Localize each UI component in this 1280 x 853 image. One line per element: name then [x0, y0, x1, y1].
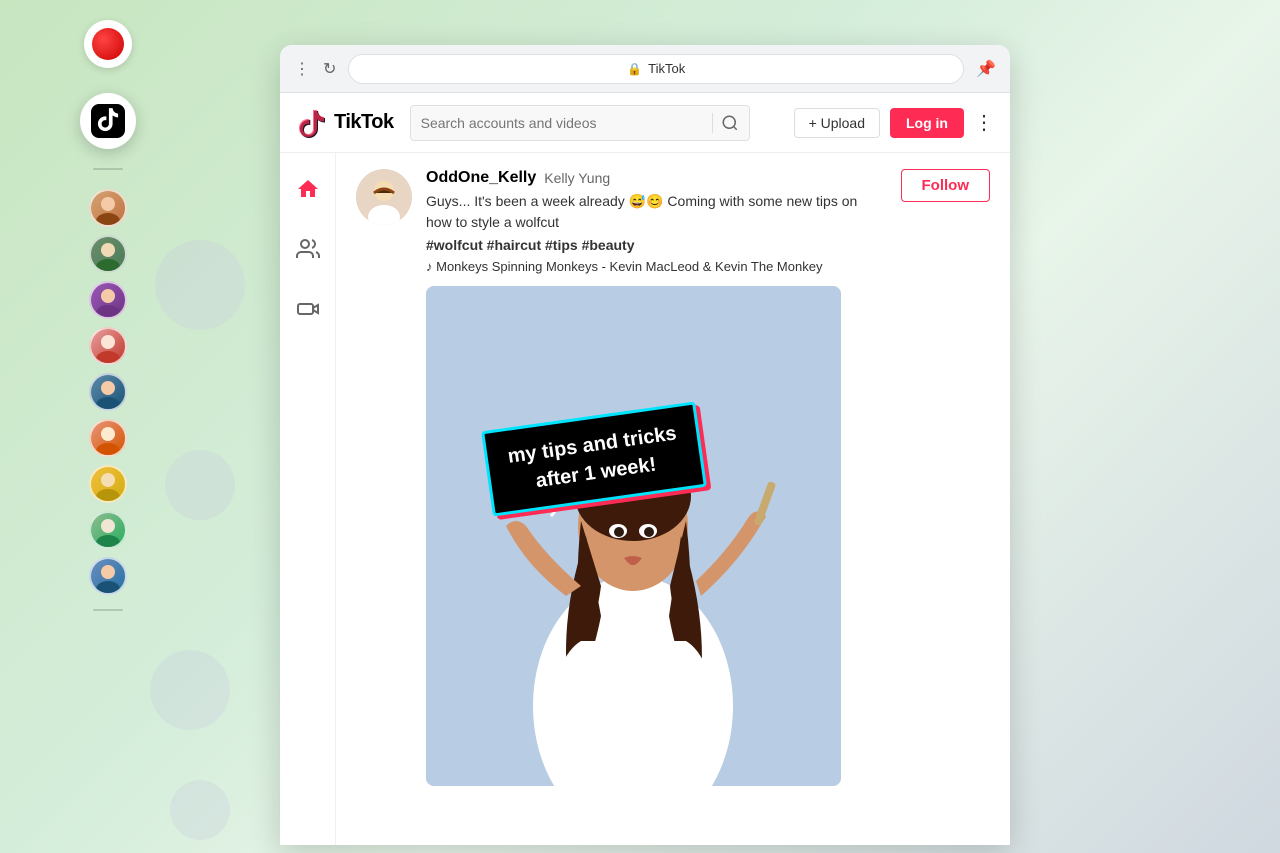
post-user-line: OddOne_Kelly Kelly Yung — [426, 169, 887, 187]
sidebar-avatar-3[interactable] — [89, 281, 127, 319]
post-header: OddOne_Kelly Kelly Yung Guys... It's bee… — [356, 169, 990, 274]
tiktok-header: TikTok + Upload Log in ⋮ — [280, 93, 1010, 153]
sidebar-divider-1 — [93, 168, 123, 170]
sidebar-divider-2 — [93, 609, 123, 611]
tiktok-wordmark: TikTok — [334, 111, 394, 134]
post-description: Guys... It's been a week already 😅😊 Comi… — [426, 191, 887, 233]
nav-home[interactable] — [288, 169, 328, 209]
tiktok-logo-icon — [296, 107, 328, 139]
search-input[interactable] — [421, 115, 704, 131]
header-actions: + Upload Log in ⋮ — [794, 108, 994, 138]
post-music: ♪ Monkeys Spinning Monkeys - Kevin MacLe… — [426, 259, 887, 274]
tiktok-app: TikTok + Upload Log in ⋮ — [280, 93, 1010, 845]
browser-chrome: ⋮ ↻ 🔒 TikTok 📌 — [280, 45, 1010, 93]
header-more-button[interactable]: ⋮ — [974, 110, 994, 135]
opera-sidebar — [0, 0, 215, 853]
browser-url-bar: 🔒 TikTok — [348, 54, 964, 84]
tiktok-feed[interactable]: OddOne_Kelly Kelly Yung Guys... It's bee… — [336, 153, 1010, 845]
post-card: OddOne_Kelly Kelly Yung Guys... It's bee… — [356, 169, 990, 786]
login-button[interactable]: Log in — [890, 108, 964, 138]
tiktok-left-nav — [280, 153, 336, 845]
opera-browser-icon[interactable] — [84, 20, 132, 68]
sidebar-avatar-6[interactable] — [89, 419, 127, 457]
tiktok-dock-icon[interactable] — [80, 93, 136, 149]
nav-friends[interactable] — [288, 229, 328, 269]
nav-video[interactable] — [288, 289, 328, 329]
sidebar-avatar-9[interactable] — [89, 557, 127, 595]
post-avatar[interactable] — [356, 169, 412, 225]
upload-button[interactable]: + Upload — [794, 108, 880, 138]
tiktok-logo[interactable]: TikTok — [296, 107, 394, 139]
post-hashtags: #wolfcut #haircut #tips #beauty — [426, 237, 887, 253]
sidebar-avatar-7[interactable] — [89, 465, 127, 503]
lock-icon: 🔒 — [627, 62, 642, 76]
sidebar-avatar-2[interactable] — [89, 235, 127, 273]
post-display-name: Kelly Yung — [544, 170, 610, 186]
post-username: OddOne_Kelly — [426, 169, 536, 187]
browser-menu-icon[interactable]: ⋮ — [294, 59, 311, 79]
tiktok-main: OddOne_Kelly Kelly Yung Guys... It's bee… — [280, 153, 1010, 845]
browser-refresh-icon[interactable]: ↻ — [323, 59, 336, 79]
browser-url-text: TikTok — [648, 61, 685, 76]
post-meta: OddOne_Kelly Kelly Yung Guys... It's bee… — [426, 169, 887, 274]
video-thumbnail[interactable]: my tips and tricks after 1 week! — [426, 286, 841, 786]
sidebar-avatars — [89, 189, 127, 595]
browser-window: ⋮ ↻ 🔒 TikTok 📌 TikTok — [280, 45, 1010, 845]
sidebar-avatar-8[interactable] — [89, 511, 127, 549]
pin-icon[interactable]: 📌 — [976, 59, 996, 79]
sidebar-avatar-1[interactable] — [89, 189, 127, 227]
search-button[interactable] — [721, 114, 739, 132]
search-bar[interactable] — [410, 105, 750, 141]
sidebar-avatar-5[interactable] — [89, 373, 127, 411]
follow-button[interactable]: Follow — [901, 169, 991, 202]
sidebar-avatar-4[interactable] — [89, 327, 127, 365]
